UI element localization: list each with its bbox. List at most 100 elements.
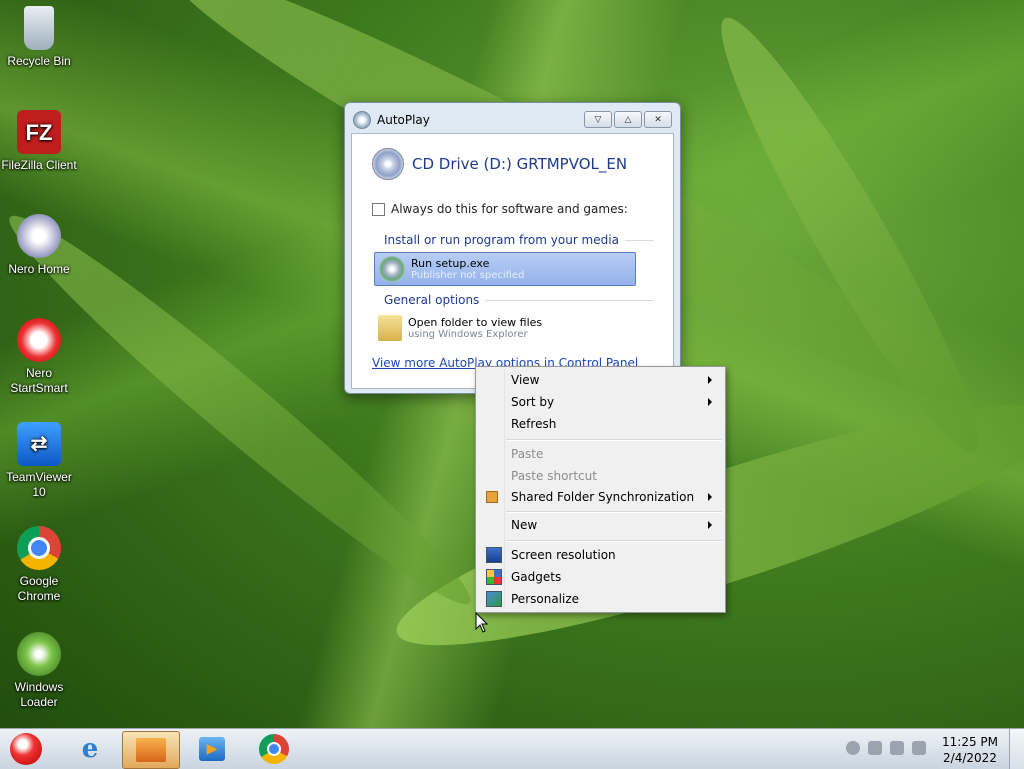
desktop-icon-nero-startsmart[interactable]: Nero StartSmart xyxy=(0,318,78,396)
taskbar-clock[interactable]: 11:25 PM 2/4/2022 xyxy=(942,734,998,766)
network-icon[interactable] xyxy=(890,741,904,755)
section-general: General options xyxy=(384,293,654,307)
menu-separator xyxy=(506,540,722,542)
start-orb-icon xyxy=(10,733,42,765)
filezilla-icon: FZ xyxy=(17,110,61,154)
desktop-icon-recycle-bin[interactable]: Recycle Bin xyxy=(0,6,78,69)
taskbar-media-player[interactable]: ▶ xyxy=(184,731,240,767)
start-button[interactable] xyxy=(0,731,52,767)
menu-label: Personalize xyxy=(511,592,580,606)
teamviewer-icon: ⇄ xyxy=(17,422,61,466)
submenu-arrow-icon xyxy=(708,493,712,501)
window-content: CD Drive (D:) GRTMPVOL_EN Always do this… xyxy=(351,133,674,389)
desktop-icon-label: FileZilla Client xyxy=(1,158,77,172)
menu-label: Paste xyxy=(511,447,544,461)
desktop-icon-label: Recycle Bin xyxy=(7,54,71,68)
menu-item-view[interactable]: View xyxy=(478,369,721,391)
menu-label: Sort by xyxy=(511,395,555,409)
cd-drive-icon xyxy=(372,148,404,180)
checkbox-label: Always do this for software and games: xyxy=(391,202,628,216)
checkbox-box[interactable] xyxy=(372,202,385,216)
system-tray xyxy=(846,741,926,755)
media-player-icon: ▶ xyxy=(199,737,225,761)
volume-icon[interactable] xyxy=(912,741,926,755)
drive-header: CD Drive (D:) GRTMPVOL_EN xyxy=(372,148,627,180)
sync-icon xyxy=(486,491,498,503)
menu-item-paste[interactable]: Paste xyxy=(478,443,721,465)
submenu-arrow-icon xyxy=(708,398,712,406)
window-title: AutoPlay xyxy=(377,113,430,127)
menu-label: Shared Folder Synchronization xyxy=(511,490,695,504)
clock-date: 2/4/2022 xyxy=(943,751,997,765)
desktop-icon-label: Windows Loader xyxy=(14,680,64,709)
menu-label: Refresh xyxy=(511,417,557,431)
desktop-icon-label: TeamViewer 10 xyxy=(6,470,72,499)
personalize-icon xyxy=(486,591,502,607)
section-general-label: General options xyxy=(384,293,480,307)
internet-explorer-icon: e xyxy=(81,734,99,764)
drive-title: CD Drive (D:) GRTMPVOL_EN xyxy=(412,155,628,173)
menu-item-gadgets[interactable]: Gadgets xyxy=(478,566,721,588)
folder-icon xyxy=(136,738,166,762)
autoplay-icon xyxy=(353,111,371,129)
desktop-icon-teamviewer[interactable]: ⇄ TeamViewer 10 xyxy=(0,422,78,500)
desktop-icon-filezilla[interactable]: FZ FileZilla Client xyxy=(0,110,78,173)
open-folder-option[interactable]: Open folder to view files using Windows … xyxy=(374,312,634,344)
tray-expand-icon[interactable] xyxy=(846,741,860,755)
maximize-button[interactable]: △ xyxy=(614,111,642,128)
chrome-icon xyxy=(259,734,289,764)
mouse-cursor-icon xyxy=(475,612,489,633)
run-setup-sub: Publisher not specified xyxy=(411,270,525,281)
autoplay-window: AutoPlay ▽ △ ✕ CD Drive (D:) GRTMPVOL_EN… xyxy=(344,102,681,394)
window-titlebar[interactable]: AutoPlay xyxy=(353,109,430,131)
taskbar: e ▶ 11:25 PM 2/4/2022 xyxy=(0,728,1024,769)
menu-item-sort-by[interactable]: Sort by xyxy=(478,391,721,413)
submenu-arrow-icon xyxy=(708,376,712,384)
windows-loader-icon xyxy=(17,632,61,676)
menu-separator xyxy=(506,439,722,441)
menu-item-personalize[interactable]: Personalize xyxy=(478,588,721,610)
desktop-icon-label: Google Chrome xyxy=(17,574,61,603)
menu-label: Gadgets xyxy=(511,570,562,584)
gadgets-icon xyxy=(486,569,502,585)
taskbar-chrome[interactable] xyxy=(246,731,302,767)
desktop-icon-windows-loader[interactable]: Windows Loader xyxy=(0,632,78,710)
menu-label: Paste shortcut xyxy=(511,469,597,483)
always-do-this-checkbox[interactable]: Always do this for software and games: xyxy=(372,202,628,216)
close-button[interactable]: ✕ xyxy=(644,111,672,128)
nero-home-icon xyxy=(17,214,61,258)
desktop-icon-nero-home[interactable]: Nero Home xyxy=(0,214,78,277)
show-desktop-button[interactable] xyxy=(1009,729,1024,769)
taskbar-explorer[interactable] xyxy=(122,731,180,769)
nero-startsmart-icon xyxy=(17,318,61,362)
desktop-icon-label: Nero Home xyxy=(8,262,70,276)
desktop-icon-chrome[interactable]: Google Chrome xyxy=(0,526,78,604)
desktop-icon-label: Nero StartSmart xyxy=(10,366,68,395)
menu-item-screen-resolution[interactable]: Screen resolution xyxy=(478,544,721,566)
setup-disc-icon xyxy=(379,256,405,282)
menu-label: New xyxy=(511,518,538,532)
section-install: Install or run program from your media xyxy=(384,233,654,247)
menu-label: View xyxy=(511,373,540,387)
menu-item-new[interactable]: New xyxy=(478,514,721,536)
window-controls: ▽ △ ✕ xyxy=(584,111,672,128)
menu-separator xyxy=(506,511,722,513)
open-folder-sub: using Windows Explorer xyxy=(408,329,528,340)
minimize-button[interactable]: ▽ xyxy=(584,111,612,128)
menu-item-paste-shortcut[interactable]: Paste shortcut xyxy=(478,465,721,487)
open-folder-label: Open folder to view files xyxy=(408,316,543,329)
chrome-icon xyxy=(17,526,61,570)
menu-item-refresh[interactable]: Refresh xyxy=(478,413,721,435)
folder-icon xyxy=(378,315,402,341)
menu-item-shared-folder-sync[interactable]: Shared Folder Synchronization xyxy=(478,486,721,508)
desktop-context-menu: View Sort by Refresh Paste Paste shortcu… xyxy=(475,366,726,613)
run-setup-label: Run setup.exe xyxy=(411,257,490,270)
action-center-flag-icon[interactable] xyxy=(868,741,882,755)
run-setup-option[interactable]: Run setup.exe Publisher not specified xyxy=(374,252,636,286)
recycle-bin-icon xyxy=(24,6,54,50)
section-install-label: Install or run program from your media xyxy=(384,233,619,247)
menu-label: Screen resolution xyxy=(511,548,616,562)
monitor-icon xyxy=(486,547,502,563)
taskbar-ie[interactable]: e xyxy=(62,731,118,767)
clock-time: 11:25 PM xyxy=(942,735,998,749)
